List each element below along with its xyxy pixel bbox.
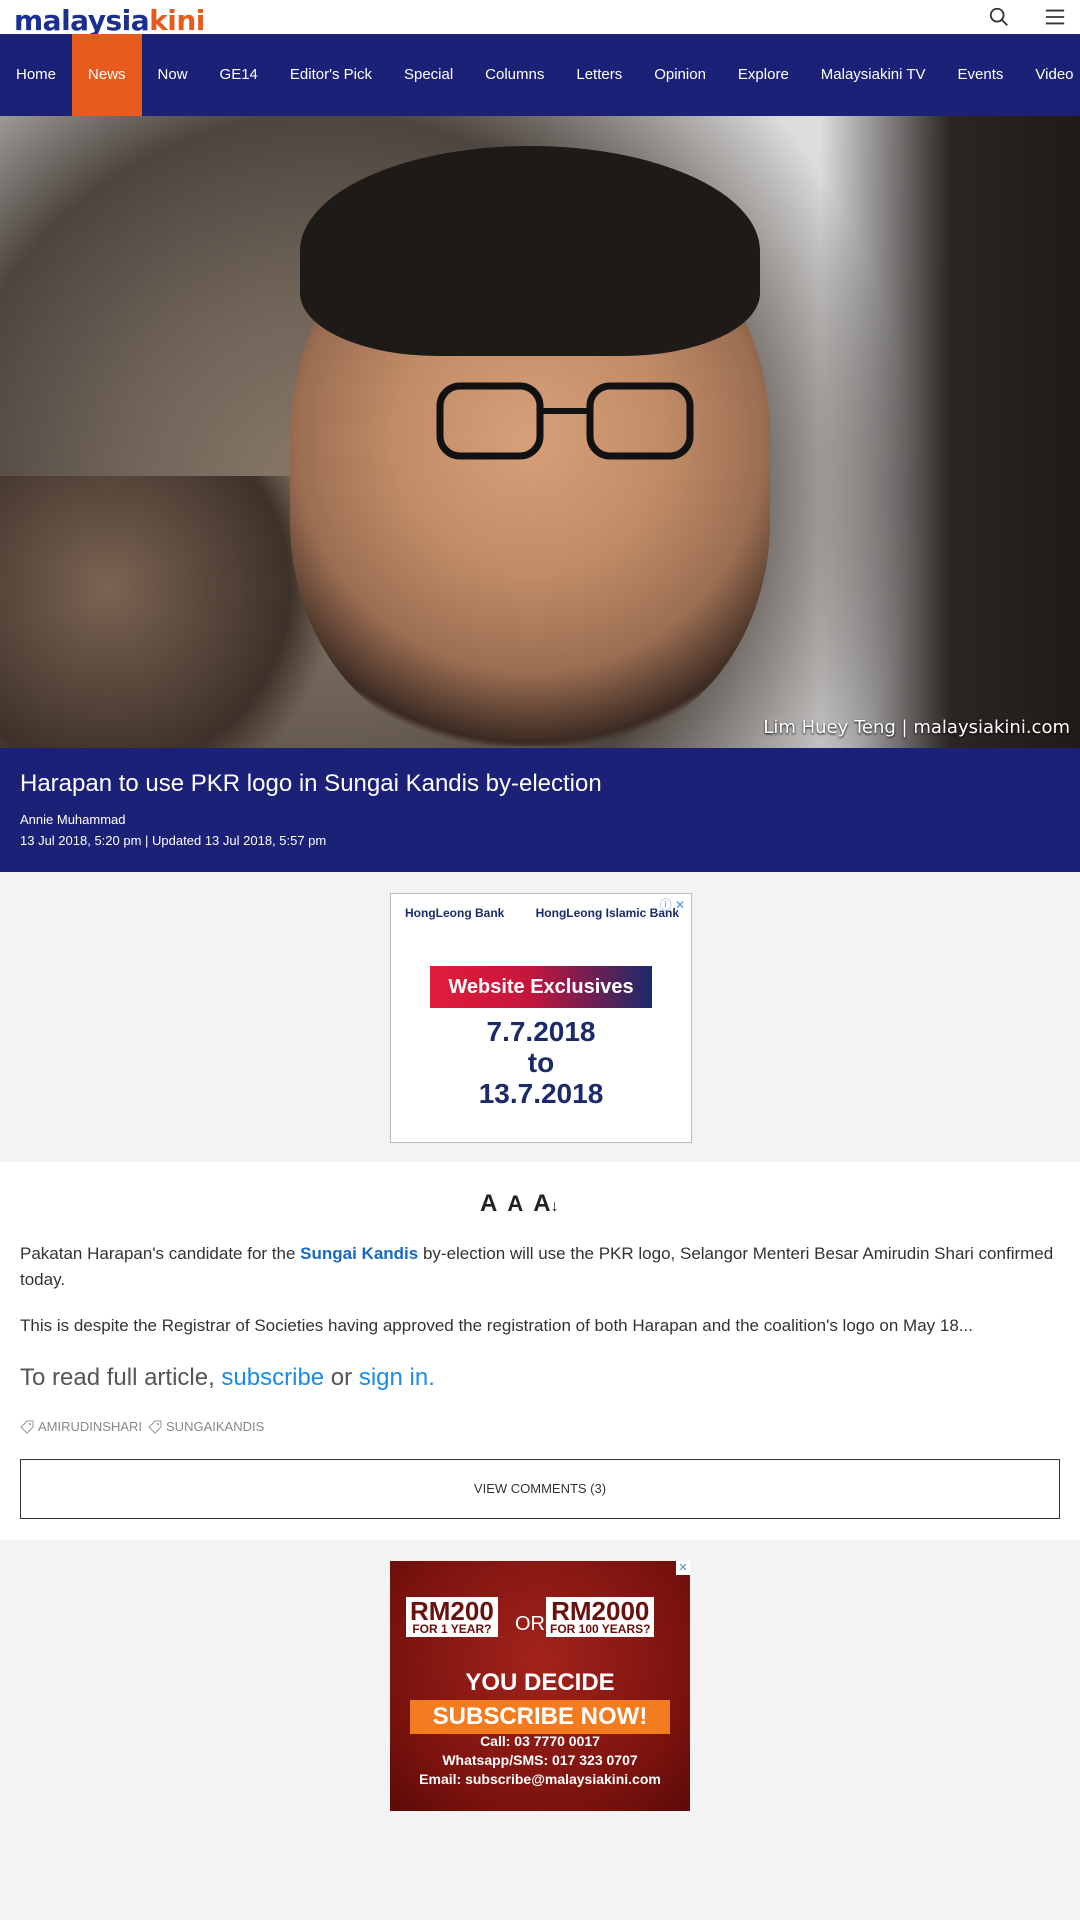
article-headline: Harapan to use PKR logo in Sungai Kandis…: [20, 770, 602, 797]
nav-item-special[interactable]: Special: [388, 34, 469, 116]
ad-contact: Call: 03 7770 0017 Whatsapp/SMS: 017 323…: [390, 1732, 690, 1789]
article-paragraph-2: This is despite the Registrar of Societi…: [20, 1316, 973, 1335]
nav-item-video[interactable]: Video: [1019, 34, 1080, 116]
headline-block: Harapan to use PKR logo in Sungai Kandis…: [0, 748, 1080, 872]
font-reset-button[interactable]: A↓: [533, 1190, 558, 1218]
ad-headline: Website Exclusives: [430, 966, 652, 1008]
updated-label: Updated: [152, 833, 202, 848]
nav-item-home[interactable]: Home: [0, 34, 72, 116]
font-size-controls: A A A↓: [480, 1190, 559, 1218]
menu-icon[interactable]: [1044, 6, 1066, 33]
ad-email: Email: subscribe@malaysiakini.com: [419, 1771, 661, 1787]
site-logo[interactable]: malaysiakini: [14, 4, 205, 37]
ad-dates: 7.7.2018 to 13.7.2018: [391, 1016, 691, 1109]
ad-bank-2: HongLeong Islamic Bank: [535, 906, 679, 920]
view-comments-button[interactable]: VIEW COMMENTS (3): [20, 1459, 1060, 1519]
ad-decide: YOU DECIDE: [465, 1669, 615, 1696]
ad-offer-1: RM200 FOR 1 YEAR?: [406, 1597, 498, 1637]
font-decrease-button[interactable]: A: [507, 1191, 523, 1217]
nav-item-opinion[interactable]: Opinion: [638, 34, 722, 116]
logo-part-1: malaysia: [14, 4, 150, 37]
author-name[interactable]: Annie Muhammad: [20, 812, 126, 827]
article-dates: 13 Jul 2018, 5:20 pm | Updated 13 Jul 20…: [20, 833, 327, 848]
tag-amirudinshari[interactable]: AMIRUDINSHARI: [20, 1419, 142, 1434]
ad-bank-1: HongLeong Bank: [405, 906, 505, 920]
ad-or: OR: [515, 1613, 545, 1635]
subscribe-link[interactable]: subscribe: [221, 1364, 324, 1391]
paywall-prompt: To read full article, subscribe or sign …: [20, 1364, 435, 1391]
tag-icon: [20, 1420, 34, 1434]
ad-date-end: 13.7.2018: [478, 1078, 604, 1109]
logo-part-2: kini: [149, 4, 205, 37]
nav-item-news[interactable]: News: [72, 34, 142, 116]
nav-item-events[interactable]: Events: [942, 34, 1020, 116]
published-date: 13 Jul 2018, 5:20 pm: [20, 833, 142, 848]
photo-figure-right: [820, 116, 1080, 748]
updated-date: 13 Jul 2018, 5:57 pm: [204, 833, 327, 848]
arrow-down-icon: ↓: [550, 1198, 559, 1215]
nav-item-tv[interactable]: Malaysiakini TV: [805, 34, 942, 116]
ad-subscribe-now: SUBSCRIBE NOW!: [410, 1700, 670, 1734]
tag-icon: [148, 1420, 162, 1434]
photo-glasses: [436, 382, 694, 460]
search-icon[interactable]: [988, 6, 1010, 33]
nav-item-letters[interactable]: Letters: [560, 34, 638, 116]
ad-call: Call: 03 7770 0017: [480, 1733, 600, 1749]
article-paragraph-1: Pakatan Harapan's candidate for the Sung…: [20, 1244, 1054, 1289]
ad-banner-subscribe[interactable]: ✕ RM200 FOR 1 YEAR? OR RM2000 FOR 100 YEAR…: [390, 1561, 690, 1811]
tag-sungaikandis[interactable]: SUNGAIKANDIS: [148, 1419, 264, 1434]
top-bar: malaysiakini: [0, 0, 1080, 37]
sign-in-link[interactable]: sign in.: [359, 1364, 435, 1391]
hero-image: Lim Huey Teng | malaysiakini.com: [0, 116, 1080, 748]
nav-item-explore[interactable]: Explore: [722, 34, 805, 116]
nav-item-editors-pick[interactable]: Editor's Pick: [274, 34, 388, 116]
sungai-kandis-link[interactable]: Sungai Kandis: [300, 1244, 418, 1263]
tag-list: AMIRUDINSHARI SUNGAIKANDIS: [20, 1419, 264, 1434]
ad-whatsapp: Whatsapp/SMS: 017 323 0707: [442, 1752, 638, 1768]
nav-item-now[interactable]: Now: [142, 34, 204, 116]
nav-item-ge14[interactable]: GE14: [204, 34, 274, 116]
photo-hair: [300, 146, 760, 356]
article-body: A A A↓ Pakatan Harapan's candidate for t…: [0, 1162, 1080, 1540]
nav-item-columns[interactable]: Columns: [469, 34, 560, 116]
ad-banner-hongleong[interactable]: ⓘ ✕ HongLeong Bank HongLeong Islamic Ban…: [390, 893, 692, 1143]
main-nav: Home News Now GE14 Editor's Pick Special Colum…: [0, 34, 1080, 116]
font-increase-button[interactable]: A: [480, 1190, 497, 1218]
ad-close-icon[interactable]: ✕: [676, 1561, 690, 1575]
ad-date-to: to: [527, 1047, 555, 1078]
ad-offer-2: RM2000 FOR 100 YEARS?: [546, 1597, 655, 1637]
ad-date-start: 7.7.2018: [486, 1016, 596, 1047]
photo-credit: Lim Huey Teng | malaysiakini.com: [763, 717, 1070, 738]
